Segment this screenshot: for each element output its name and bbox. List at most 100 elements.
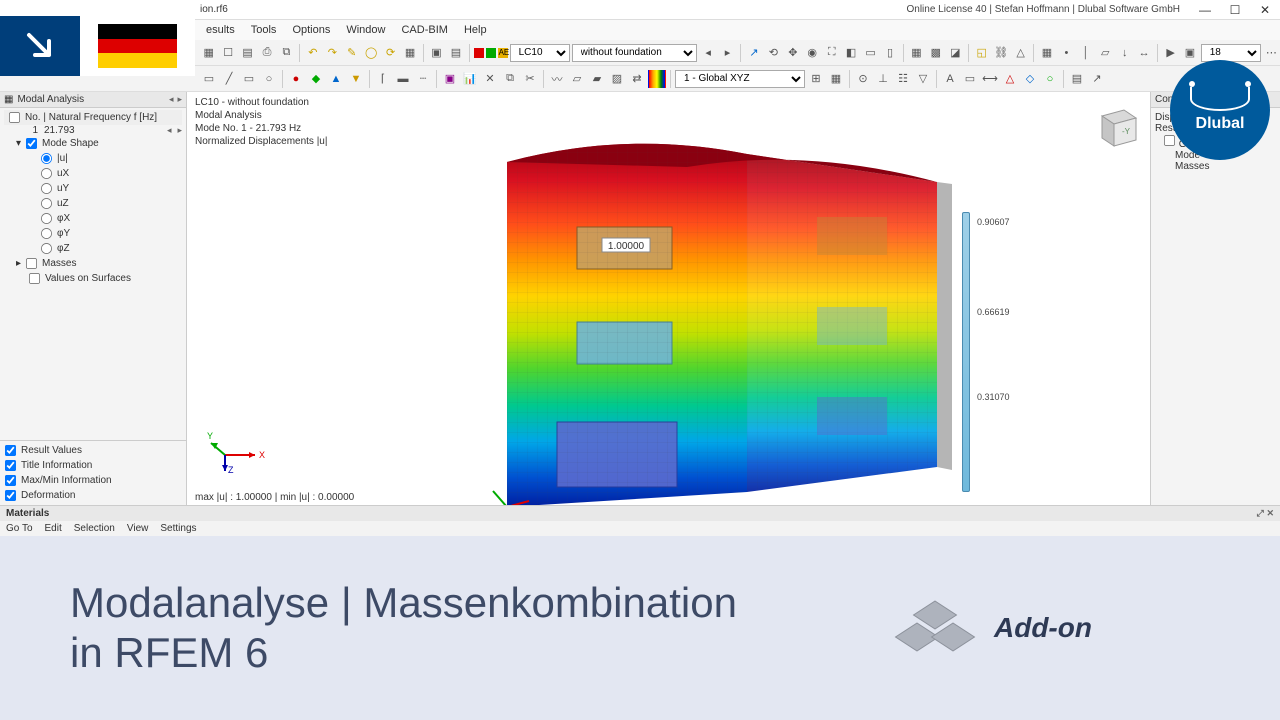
menu-options[interactable]: Options <box>286 22 336 38</box>
hide-icon[interactable]: ▤ <box>1068 70 1086 88</box>
select-icon[interactable]: ▭ <box>200 70 218 88</box>
red2-icon[interactable]: △ <box>1001 70 1019 88</box>
materials-close-icon[interactable]: ✕ <box>1266 508 1274 518</box>
load-icon[interactable]: ↓ <box>1116 44 1133 62</box>
wave-icon[interactable]: 〰 <box>548 70 566 88</box>
side-icon[interactable]: ▯ <box>881 44 898 62</box>
freq-prev-icon[interactable]: ◂ <box>167 125 172 136</box>
cs-icon[interactable]: ⊞ <box>807 70 825 88</box>
arrow-tool-icon[interactable]: ↗ <box>745 44 762 62</box>
chart-icon[interactable]: 📊 <box>461 70 479 88</box>
grid2-icon[interactable]: ▦ <box>827 70 845 88</box>
radio-phiy[interactable] <box>41 228 52 239</box>
move-icon[interactable]: ⇄ <box>628 70 646 88</box>
pan-icon[interactable]: ✥ <box>784 44 801 62</box>
plane2-icon[interactable]: ▰ <box>588 70 606 88</box>
view2-icon[interactable]: ▤ <box>447 44 464 62</box>
materials-goto[interactable]: Go To <box>6 523 33 534</box>
radio-phix[interactable] <box>41 213 52 224</box>
masses-node[interactable]: ▸ Masses <box>4 256 182 271</box>
cross-icon[interactable]: ✕ <box>481 70 499 88</box>
rotate-icon[interactable]: ⟲ <box>765 44 782 62</box>
filter-icon[interactable]: ▽ <box>914 70 932 88</box>
radio-phiz[interactable] <box>41 243 52 254</box>
iso-icon[interactable]: ◧ <box>842 44 859 62</box>
materials-settings[interactable]: Settings <box>160 523 196 534</box>
dot-icon[interactable]: ● <box>287 70 305 88</box>
masses-check[interactable] <box>26 258 37 269</box>
circle-icon[interactable]: ○ <box>260 70 278 88</box>
redo-icon[interactable]: ↷ <box>324 44 341 62</box>
copy2-icon[interactable]: ⧉ <box>501 70 519 88</box>
new-icon[interactable]: ▦ <box>200 44 217 62</box>
undo-icon[interactable]: ↶ <box>304 44 321 62</box>
print-icon[interactable]: ⎙ <box>258 44 275 62</box>
menu-help[interactable]: Help <box>458 22 493 38</box>
plane-icon[interactable]: ▱ <box>568 70 586 88</box>
loadcase-desc-select[interactable]: without foundation <box>572 44 698 62</box>
front-icon[interactable]: ▭ <box>862 44 879 62</box>
radio-uz[interactable] <box>41 198 52 209</box>
menu-tools[interactable]: Tools <box>245 22 283 38</box>
more-icon[interactable]: ⋯ <box>1263 44 1280 62</box>
materials-edit[interactable]: Edit <box>45 523 62 534</box>
green-icon[interactable]: ◆ <box>307 70 325 88</box>
copy-icon[interactable]: ⧉ <box>278 44 295 62</box>
results-icon[interactable]: ▣ <box>1181 44 1198 62</box>
materials-view[interactable]: View <box>127 523 149 534</box>
measure-icon[interactable]: ✎ <box>343 44 360 62</box>
mode-shape-check[interactable] <box>26 138 37 149</box>
prev-icon[interactable]: ◂ <box>699 44 716 62</box>
radio-ux[interactable] <box>41 168 52 179</box>
box-icon[interactable]: ◱ <box>973 44 990 62</box>
orbit-icon[interactable]: ◉ <box>804 44 821 62</box>
arrow2-icon[interactable]: ↗ <box>1088 70 1106 88</box>
view1-icon[interactable]: ▣ <box>428 44 445 62</box>
chk-title-info[interactable] <box>5 460 16 471</box>
next-icon[interactable]: ▸ <box>719 44 736 62</box>
general-check[interactable] <box>1164 135 1175 146</box>
materials-selection[interactable]: Selection <box>74 523 115 534</box>
expand-icon[interactable]: ▾ <box>16 138 21 149</box>
rainbow-icon[interactable] <box>648 70 666 88</box>
values-surfaces-node[interactable]: Values on Surfaces <box>4 271 182 286</box>
freq-header-check[interactable] <box>9 112 20 123</box>
zoom-icon[interactable]: ◯ <box>362 44 379 62</box>
freq-row-1[interactable]: 1 21.793 ◂ ▸ <box>4 125 182 136</box>
loadcase-number-select[interactable]: LC10 <box>510 44 570 62</box>
coord-system-select[interactable]: 1 - Global XYZ <box>675 70 805 88</box>
chk-result-values[interactable] <box>5 445 16 456</box>
expand-masses-icon[interactable]: ▸ <box>16 258 21 269</box>
grid-icon[interactable]: ▦ <box>401 44 418 62</box>
shade-icon[interactable]: ◪ <box>947 44 964 62</box>
rect-icon[interactable]: ▭ <box>240 70 258 88</box>
values-surfaces-check[interactable] <box>29 273 40 284</box>
label-icon[interactable]: ▭ <box>961 70 979 88</box>
blue2-icon[interactable]: ◇ <box>1021 70 1039 88</box>
3d-viewport[interactable]: LC10 - without foundation Modal Analysis… <box>187 92 1150 505</box>
support-icon[interactable]: △ <box>1012 44 1029 62</box>
blue-icon[interactable]: ▲ <box>327 70 345 88</box>
dash-icon[interactable]: ┄ <box>414 70 432 88</box>
view-cube[interactable]: -Y <box>1090 102 1140 152</box>
solid-icon[interactable]: ▩ <box>927 44 944 62</box>
snap-icon[interactable]: ⊙ <box>854 70 872 88</box>
open-icon[interactable]: ☐ <box>219 44 236 62</box>
bracket-icon[interactable]: ⌈ <box>374 70 392 88</box>
layer-select[interactable]: 18 <box>1201 44 1261 62</box>
materials-pin-icon[interactable]: ⤢ <box>1256 508 1263 518</box>
mesh-icon[interactable]: ▦ <box>1038 44 1055 62</box>
chk-maxmin-info[interactable] <box>5 475 16 486</box>
surface-icon[interactable]: ▱ <box>1097 44 1114 62</box>
freq-next-icon[interactable]: ▸ <box>177 125 182 136</box>
node-icon[interactable]: • <box>1058 44 1075 62</box>
thick-icon[interactable]: ▬ <box>394 70 412 88</box>
clip-icon[interactable]: ✂ <box>521 70 539 88</box>
menu-results[interactable]: esults <box>200 22 241 38</box>
menu-cadbim[interactable]: CAD-BIM <box>395 22 453 38</box>
save-icon[interactable]: ▤ <box>239 44 256 62</box>
hatch-icon[interactable]: ▨ <box>608 70 626 88</box>
minimize-button[interactable]: — <box>1190 0 1220 20</box>
ortho-icon[interactable]: ⊥ <box>874 70 892 88</box>
guide-icon[interactable]: ☷ <box>894 70 912 88</box>
